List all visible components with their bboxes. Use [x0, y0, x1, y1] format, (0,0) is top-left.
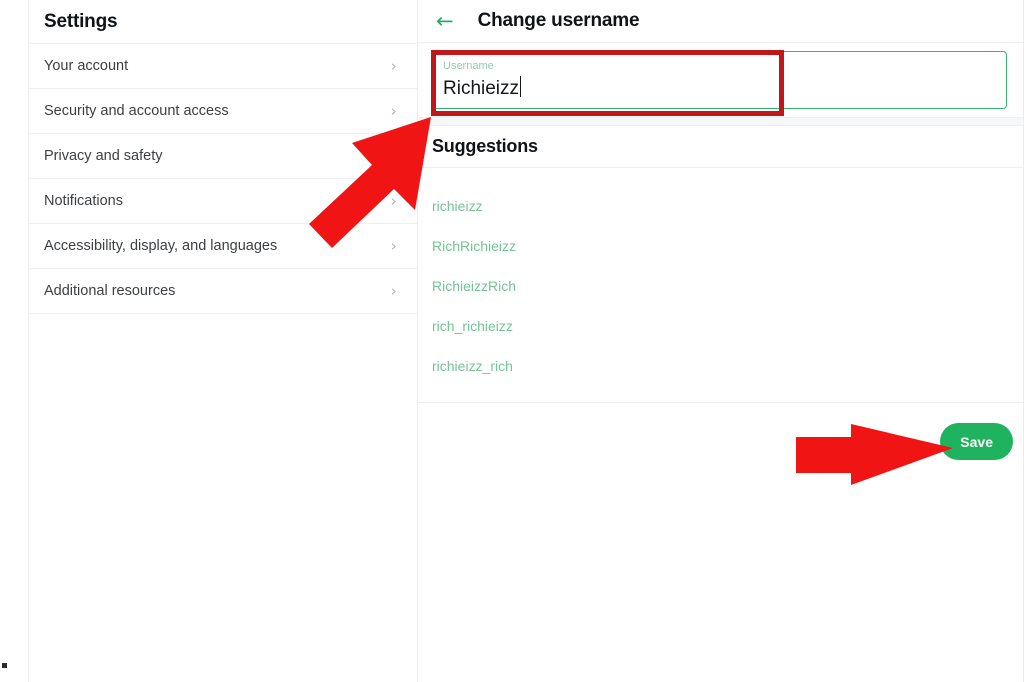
chevron-right-icon: › [391, 101, 397, 120]
suggestions-header: Suggestions [418, 126, 1023, 168]
username-field-wrapper: Username Richieizz [418, 43, 1023, 117]
chevron-right-icon: › [391, 56, 397, 75]
change-username-panel: ← Change username Username Richieizz Sug… [418, 0, 1024, 682]
username-value: Richieizz [443, 78, 520, 99]
suggestions-list: richieizz RichRichieizz RichieizzRich ri… [418, 168, 1023, 402]
chevron-right-icon: › [391, 191, 397, 210]
sidebar-item-your-account[interactable]: Your account › [29, 44, 417, 89]
back-arrow-icon[interactable]: ← [436, 10, 454, 32]
chevron-right-icon: › [391, 146, 397, 165]
save-bar: Save [418, 402, 1023, 480]
username-field-label: Username [443, 60, 494, 72]
list-item[interactable]: richieizz [418, 186, 1023, 226]
settings-nav-list: Your account › Security and account acce… [29, 44, 417, 314]
chevron-right-icon: › [391, 281, 397, 300]
list-item[interactable]: richieizz_rich [418, 346, 1023, 386]
left-gutter [0, 0, 29, 682]
suggestions-title: Suggestions [432, 136, 538, 156]
sidebar-item-label: Accessibility, display, and languages [44, 238, 278, 254]
list-item[interactable]: RichieizzRich [418, 266, 1023, 306]
username-value-row: Richieizz [443, 73, 996, 103]
sidebar-header: Settings [29, 0, 417, 44]
panel-header: ← Change username [418, 0, 1023, 43]
sidebar-item-privacy-and-safety[interactable]: Privacy and safety › [29, 134, 417, 179]
sidebar-item-label: Additional resources [44, 283, 176, 299]
sidebar-item-additional-resources[interactable]: Additional resources › [29, 269, 417, 314]
sidebar-item-security-and-account-access[interactable]: Security and account access › [29, 89, 417, 134]
sidebar-item-label: Notifications [44, 193, 123, 209]
section-divider-band [418, 117, 1023, 126]
sidebar-item-label: Security and account access [44, 103, 229, 119]
panel-title: Change username [477, 10, 640, 31]
list-item[interactable]: RichRichieizz [418, 226, 1023, 266]
username-input[interactable]: Username Richieizz [432, 51, 1007, 109]
text-caret [520, 76, 522, 97]
sidebar-item-label: Privacy and safety [44, 148, 163, 164]
app-root: Settings Your account › Security and acc… [0, 0, 1024, 682]
sidebar-item-notifications[interactable]: Notifications › [29, 179, 417, 224]
pixel-artifact [2, 663, 7, 668]
page-title: Settings [44, 10, 118, 32]
save-button[interactable]: Save [940, 423, 1013, 460]
sidebar-item-accessibility-display-and-languages[interactable]: Accessibility, display, and languages › [29, 224, 417, 269]
chevron-right-icon: › [391, 236, 397, 255]
list-item[interactable]: rich_richieizz [418, 306, 1023, 346]
sidebar-item-label: Your account [44, 58, 129, 74]
settings-sidebar: Settings Your account › Security and acc… [29, 0, 418, 682]
